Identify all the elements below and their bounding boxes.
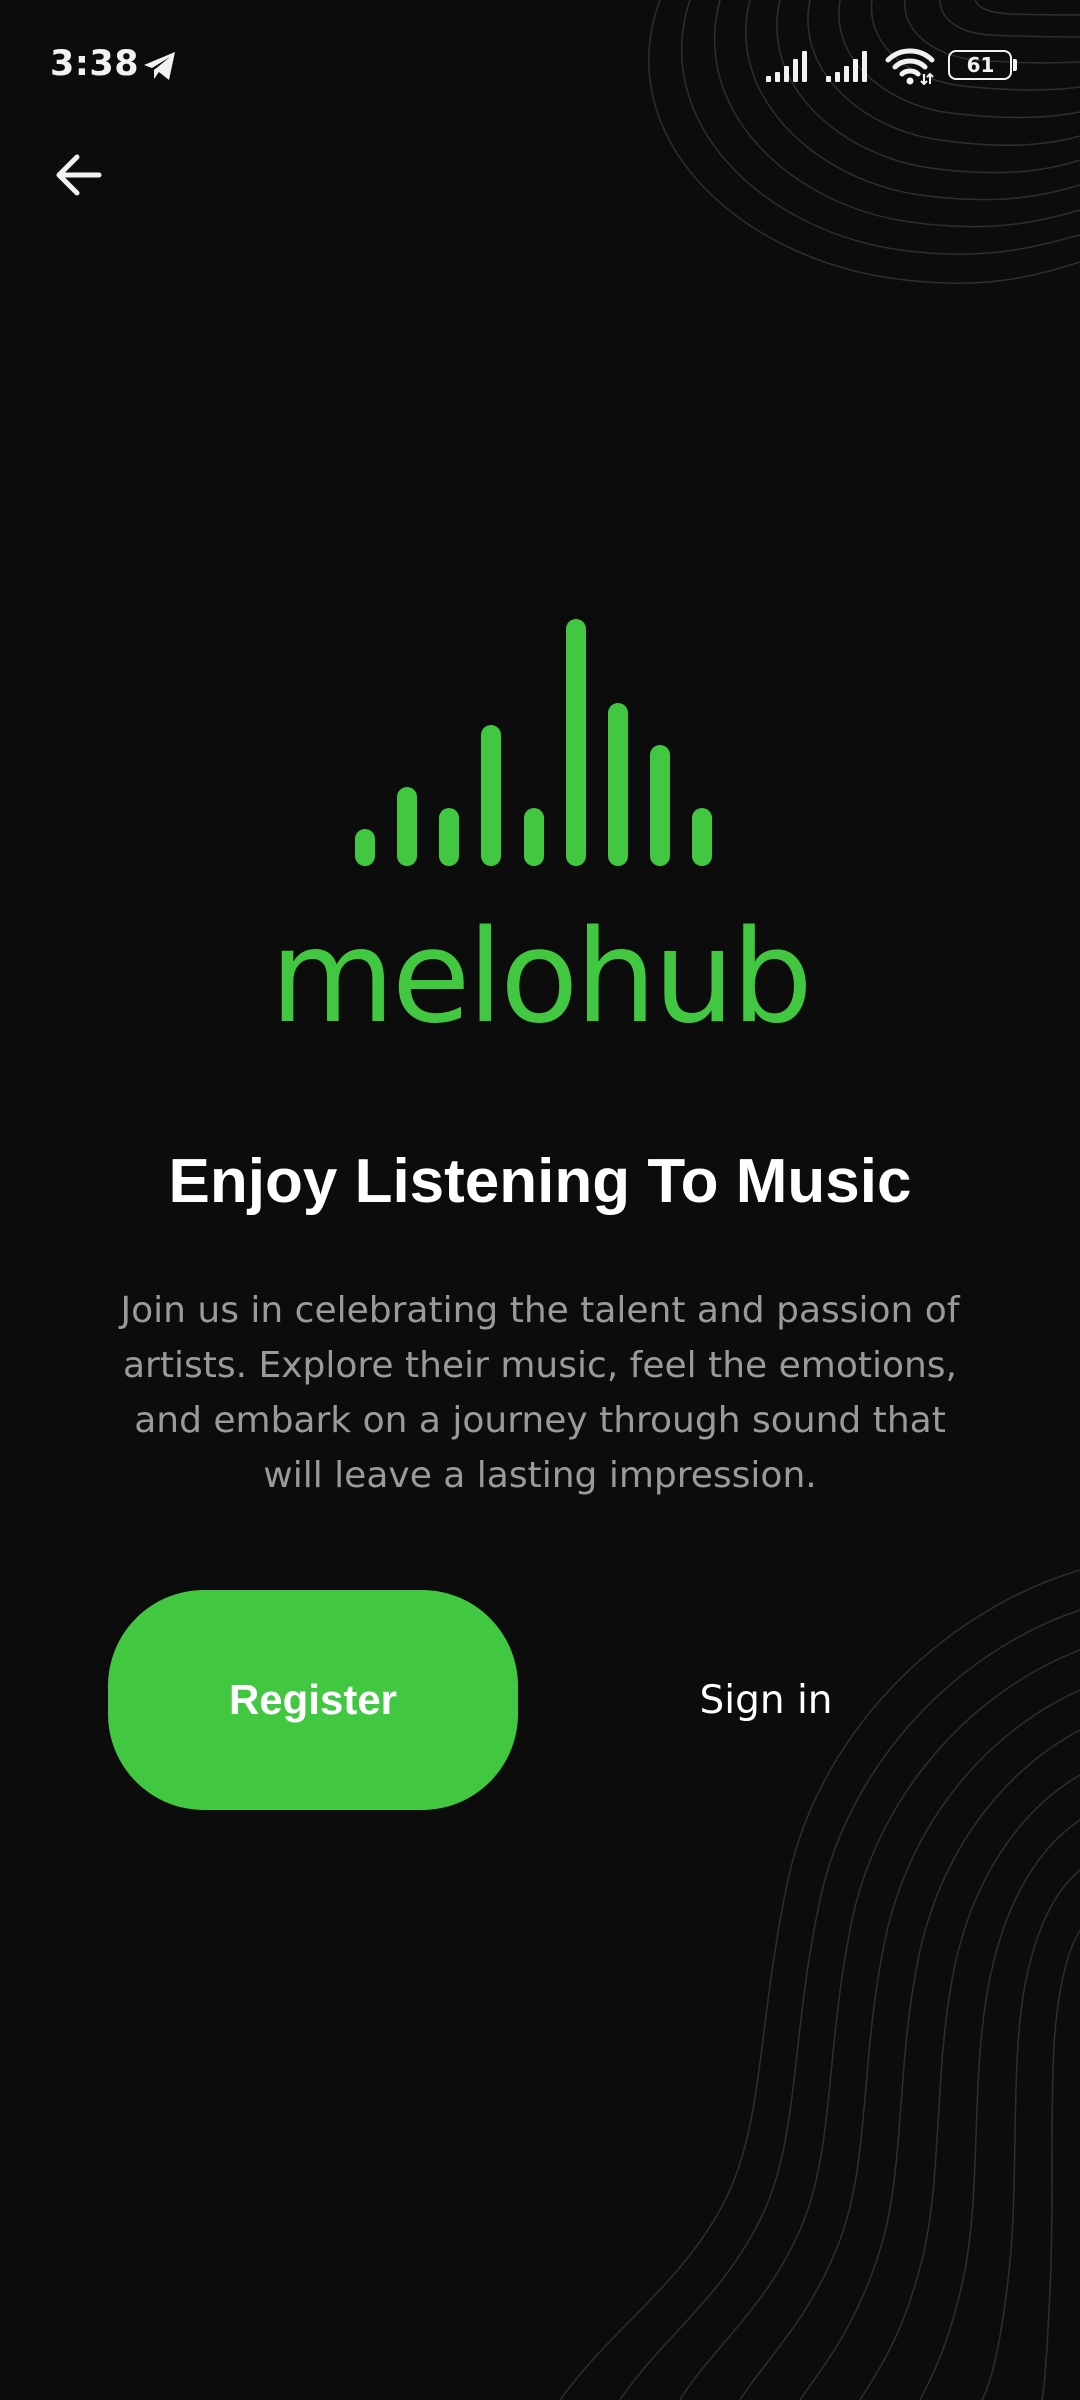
battery-level: 61 — [966, 53, 995, 77]
register-button[interactable]: Register — [108, 1590, 518, 1810]
sign-in-button[interactable]: Sign in — [636, 1640, 896, 1760]
status-bar: 3:38 61 — [0, 0, 1080, 132]
page-description: Join us in celebrating the talent and pa… — [120, 1290, 960, 1496]
brand-name: melohub — [270, 903, 813, 1052]
battery-icon: 61 — [948, 50, 1017, 80]
signal-icon — [766, 51, 807, 82]
signal-icon — [826, 51, 867, 82]
back-button[interactable] — [40, 140, 116, 210]
page-title: Enjoy Listening To Music — [168, 1147, 912, 1216]
telegram-icon — [144, 52, 175, 80]
wifi-icon — [885, 48, 935, 86]
equalizer-bars-icon — [355, 619, 712, 866]
status-time: 3:38 — [50, 44, 140, 84]
arrow-left-icon — [56, 154, 102, 196]
